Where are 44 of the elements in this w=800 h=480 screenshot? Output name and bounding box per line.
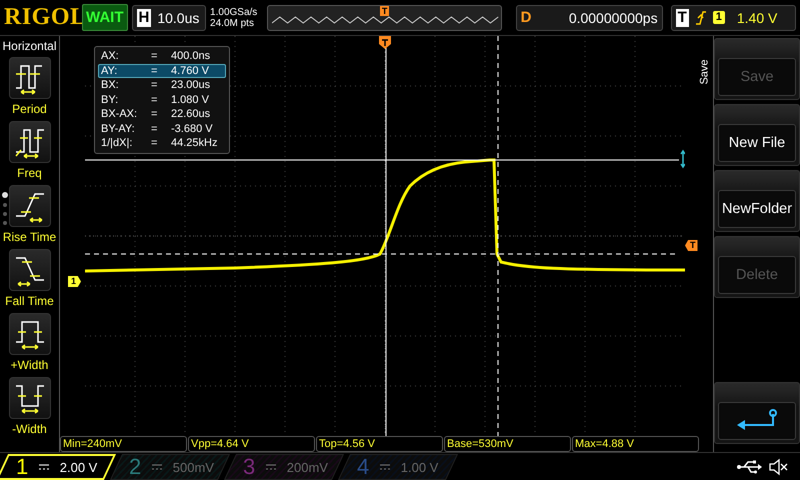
trigger-level-marker: T — [685, 240, 698, 251]
trigger-label: T — [676, 8, 689, 26]
back-button[interactable] — [718, 402, 796, 440]
readout-row[interactable]: AX: = 400.0ns — [98, 49, 226, 64]
rising-edge-icon — [694, 10, 707, 26]
trigger-position-marker: T — [380, 6, 390, 16]
menu-button[interactable]: New File — [718, 124, 796, 162]
menu-title: Horizontal — [2, 39, 57, 53]
readout-row[interactable]: AY: = 4.760 V — [98, 64, 226, 78]
delay-value: 0.00000000ps — [568, 10, 658, 26]
dc-coupling-icon — [151, 463, 164, 471]
sample-rate: 1.00GSa/s — [210, 6, 258, 18]
measurement-readout: Top=4.56 V — [316, 436, 443, 452]
measurement-readout: Base=530mV — [444, 436, 571, 452]
run-state-button[interactable]: WAIT — [82, 4, 128, 31]
measurement-readout: Vpp=4.64 V — [188, 436, 315, 452]
menu-button[interactable]: NewFolder — [718, 190, 796, 228]
readout-row[interactable]: BY: = 1.080 V — [98, 92, 226, 107]
timebase-box[interactable]: H 10.0us — [132, 4, 206, 30]
channel-tab[interactable]: 2 500mV — [110, 454, 230, 480]
memory-depth: 24.0M pts — [210, 18, 255, 28]
horizontal-label: H — [136, 8, 152, 26]
readout-row[interactable]: BX: = 23.00us — [98, 78, 226, 92]
delay-label: D — [520, 9, 532, 26]
dc-coupling-icon — [379, 463, 392, 471]
readout-row[interactable]: 1/|dX|: = 44.25kHz — [98, 136, 226, 150]
measurement-readout: Min=240mV — [60, 436, 187, 452]
dc-coupling-icon — [38, 463, 50, 471]
speaker-muted-icon[interactable] — [768, 458, 788, 476]
dc-coupling-icon — [265, 463, 278, 471]
channel-tab[interactable]: 1 2.00 V — [0, 454, 116, 480]
usb-icon — [736, 460, 762, 474]
delay-box[interactable]: D 0.00000000ps — [516, 4, 663, 30]
measurement-readout: Max=4.88 V — [572, 436, 699, 452]
trigger-source: 1 — [712, 11, 725, 24]
readout-row[interactable]: BY-AY: = -3.680 V — [98, 122, 226, 136]
cursor-handle-icon[interactable] — [680, 150, 685, 168]
channel-marker: 1 — [68, 276, 82, 287]
trigger-box[interactable]: T 1 1.40 V — [670, 4, 796, 30]
menu-title: Save — [698, 59, 711, 85]
readout-row[interactable]: BX-AX: = 22.60us — [98, 107, 226, 122]
timebase-value: 10.0us — [157, 10, 200, 26]
trigger-level: 1.40 V — [736, 10, 778, 26]
trigger-position-icon — [379, 36, 391, 52]
